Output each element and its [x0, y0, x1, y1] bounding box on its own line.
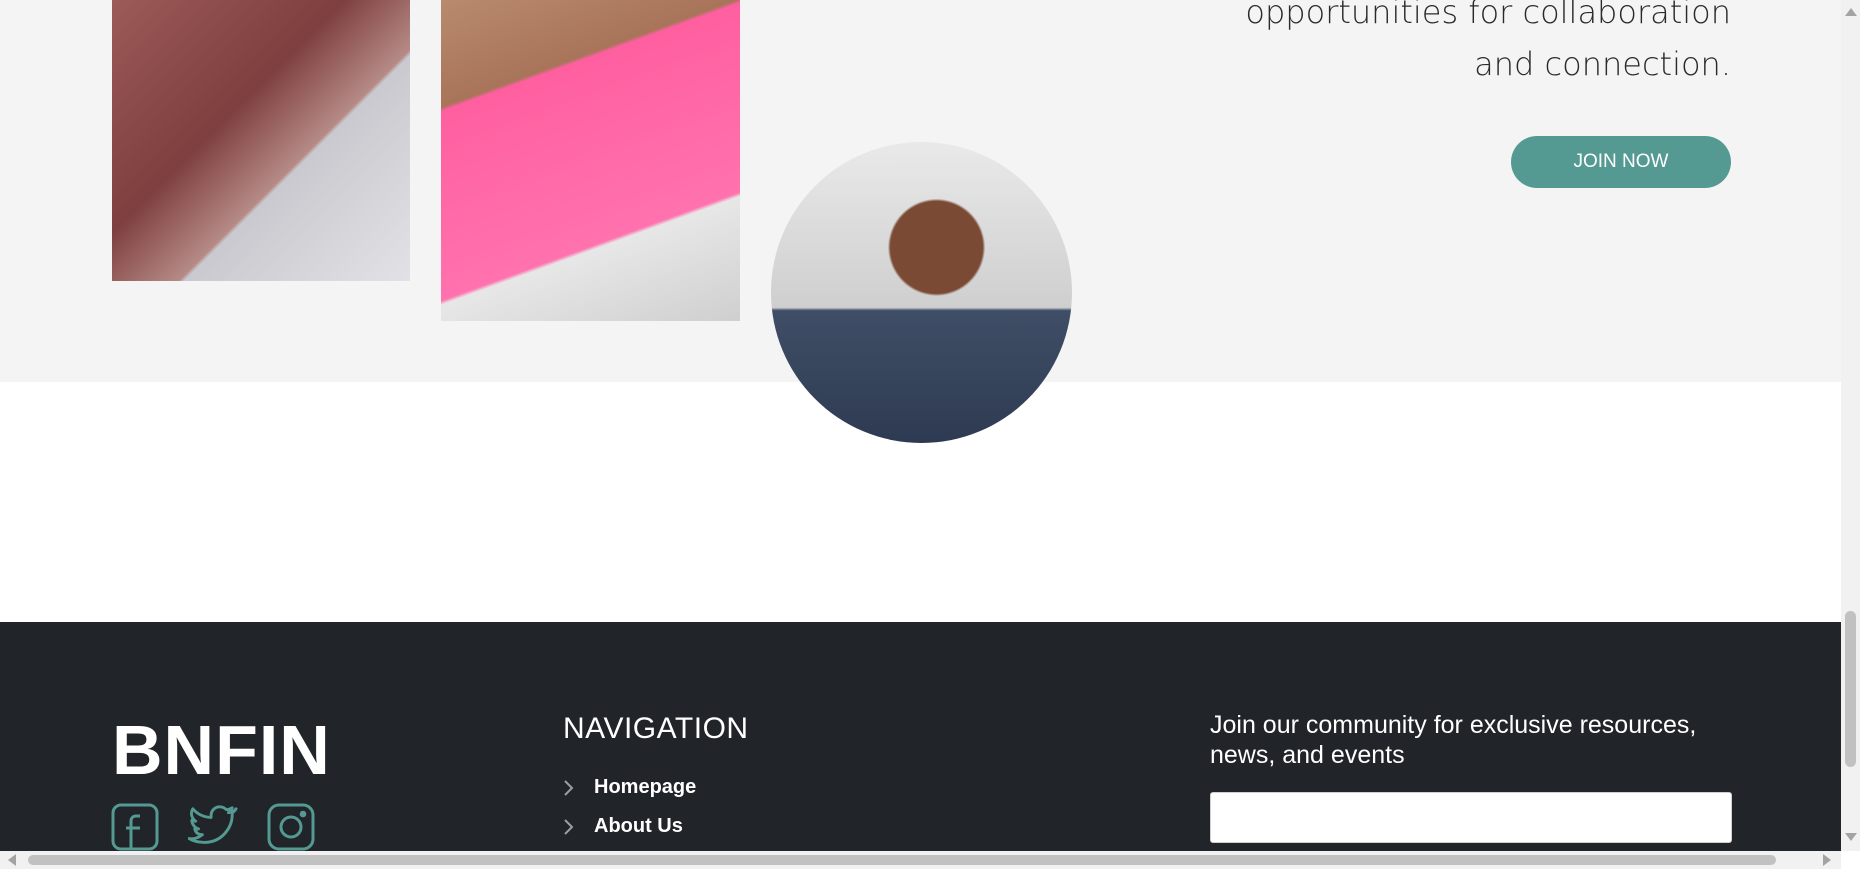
- chevron-right-icon: [563, 818, 594, 836]
- woman-in-pink-top-photo: [441, 0, 740, 321]
- hero-text-line-2: and connection.: [1474, 45, 1731, 83]
- nav-item-about-us[interactable]: About Us: [563, 807, 696, 846]
- site-footer: BNFIN NAVIGATION Homepage About Us Join …: [0, 622, 1841, 851]
- nav-item-homepage[interactable]: Homepage: [563, 768, 696, 807]
- join-now-button[interactable]: JOIN NOW: [1511, 136, 1731, 188]
- social-links: [110, 802, 316, 851]
- facebook-icon[interactable]: [110, 802, 160, 851]
- email-field[interactable]: [1210, 792, 1732, 843]
- hero-text-line-1: opportunities for collaboration: [1245, 0, 1731, 31]
- page-viewport: opportunities for collaboration and conn…: [0, 0, 1841, 851]
- scroll-right-icon[interactable]: [1823, 854, 1831, 866]
- hero-section: opportunities for collaboration and conn…: [0, 0, 1841, 443]
- scroll-up-icon[interactable]: [1845, 8, 1857, 16]
- instagram-icon[interactable]: [266, 802, 316, 851]
- brand-logo[interactable]: BNFIN: [112, 710, 331, 790]
- scroll-left-icon[interactable]: [8, 854, 16, 866]
- man-in-plaid-jacket-photo: [112, 0, 410, 281]
- chevron-right-icon: [563, 779, 594, 797]
- community-signup-text: Join our community for exclusive resourc…: [1210, 711, 1697, 769]
- scroll-down-icon[interactable]: [1845, 833, 1857, 841]
- horizontal-scroll-thumb[interactable]: [28, 855, 1776, 865]
- navigation-heading: NAVIGATION: [563, 712, 749, 745]
- hero-description: opportunities for collaboration and conn…: [1031, 0, 1731, 90]
- vertical-scroll-thumb[interactable]: [1845, 611, 1856, 767]
- nav-item-label: About Us: [594, 815, 683, 837]
- footer-nav-list: Homepage About Us: [563, 768, 696, 846]
- twitter-icon[interactable]: [188, 802, 238, 851]
- smiling-young-man-photo: [771, 142, 1072, 443]
- nav-item-label: Homepage: [594, 776, 697, 798]
